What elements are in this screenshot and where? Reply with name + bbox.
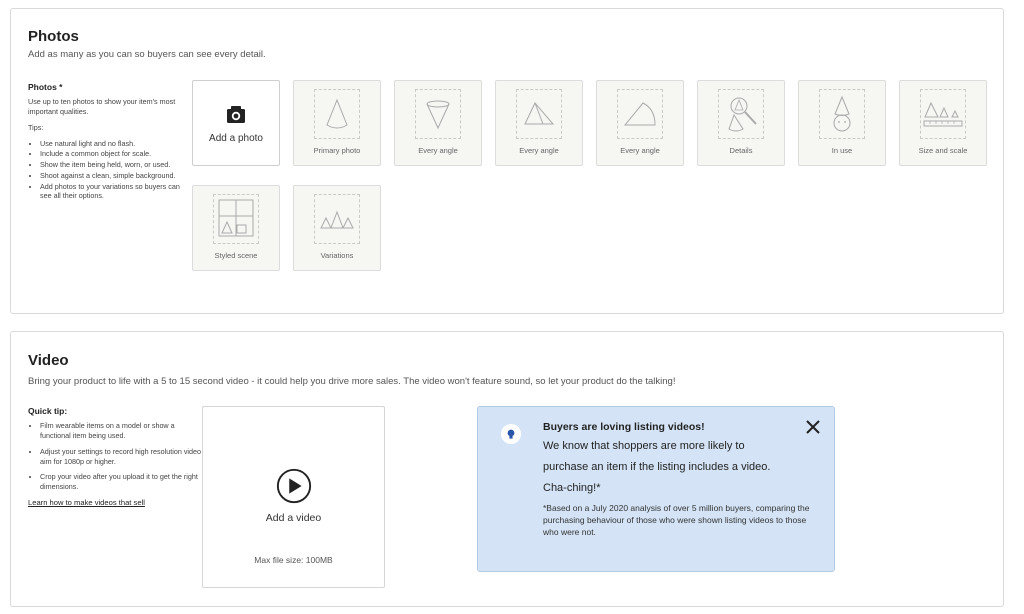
- photo-slot-angle-3[interactable]: Every angle: [596, 80, 684, 166]
- slot-label: Styled scene: [214, 251, 258, 260]
- slot-label: Every angle: [519, 146, 559, 155]
- window-scene-icon: [218, 199, 254, 237]
- tip-item: Adjust your settings to record high reso…: [40, 447, 206, 466]
- add-video-label: Add a video: [265, 512, 322, 524]
- slot-label: In use: [831, 146, 853, 155]
- info-title: Buyers are loving listing videos!: [543, 421, 705, 433]
- tip-item: Use natural light and no flash.: [40, 139, 186, 149]
- add-photo-button[interactable]: Add a photo: [192, 80, 280, 166]
- max-file-size: Max file size: 100MB: [254, 555, 333, 565]
- tip-item: Add photos to your variations so buyers …: [40, 182, 186, 201]
- slot-label: Variations: [320, 251, 354, 260]
- slot-label: Primary photo: [313, 146, 361, 155]
- person-with-hat-icon: [833, 95, 851, 132]
- info-body: We know that shoppers are more likely to…: [543, 440, 771, 494]
- ruler-icon: [923, 101, 963, 127]
- photos-description: Use up to ten photos to show your item's…: [28, 97, 176, 117]
- video-title: Video: [28, 352, 69, 369]
- add-photo-label: Add a photo: [209, 133, 263, 144]
- tips-list: Use natural light and no flash. Include …: [28, 139, 186, 201]
- tilted-cone-icon: [524, 102, 555, 125]
- inverted-cone-icon: [426, 100, 450, 130]
- video-section: Video Bring your product to life with a …: [10, 331, 1004, 607]
- video-tips-list: Film wearable items on a model or show a…: [28, 421, 206, 491]
- photo-slot-angle-1[interactable]: Every angle: [394, 80, 482, 166]
- photos-section: Photos Add as many as you can so buyers …: [10, 8, 1004, 314]
- video-guidance: Quick tip: Film wearable items on a mode…: [28, 406, 206, 508]
- cone-icon: [326, 98, 348, 129]
- photos-title: Photos: [28, 28, 79, 45]
- play-icon: [276, 468, 312, 504]
- photo-slot-variations[interactable]: Variations: [293, 185, 381, 271]
- side-cone-icon: [623, 102, 656, 126]
- tip-item: Shoot against a clean, simple background…: [40, 171, 186, 181]
- learn-videos-link[interactable]: Learn how to make videos that sell: [28, 498, 145, 507]
- lightbulb-icon: [501, 424, 521, 444]
- slot-label: Details: [729, 146, 753, 155]
- photo-slot-size-scale[interactable]: Size and scale: [899, 80, 987, 166]
- tip-item: Include a common object for scale.: [40, 149, 186, 159]
- photo-slot-details[interactable]: Details: [697, 80, 785, 166]
- tips-label: Tips:: [28, 122, 44, 132]
- tip-item: Film wearable items on a model or show a…: [40, 421, 206, 440]
- tip-item: Show the item being held, worn, or used.: [40, 160, 186, 170]
- close-icon[interactable]: [804, 418, 822, 436]
- slot-label: Size and scale: [918, 146, 968, 155]
- photo-slot-angle-2[interactable]: Every angle: [495, 80, 583, 166]
- photos-guidance: Photos * Use up to ten photos to show yo…: [28, 82, 186, 202]
- add-video-button[interactable]: Add a video Max file size: 100MB: [202, 406, 385, 588]
- tip-item: Crop your video after you upload it to g…: [40, 472, 206, 491]
- photo-slot-primary[interactable]: Primary photo: [293, 80, 381, 166]
- cones-variations-icon: [320, 210, 354, 229]
- photos-label: Photos *: [28, 82, 63, 92]
- info-footnote: *Based on a July 2020 analysis of over 5…: [543, 503, 810, 537]
- slot-label: Every angle: [418, 146, 458, 155]
- magnifier-icon: [728, 97, 757, 132]
- quick-tip-label: Quick tip:: [28, 406, 68, 416]
- photo-slot-styled-scene[interactable]: Styled scene: [192, 185, 280, 271]
- video-subtitle: Bring your product to life with a 5 to 1…: [28, 376, 676, 387]
- video-info-banner: Buyers are loving listing videos! We kno…: [477, 406, 835, 572]
- slot-label: Every angle: [620, 146, 660, 155]
- photos-subtitle: Add as many as you can so buyers can see…: [28, 49, 266, 60]
- photo-slot-in-use[interactable]: In use: [798, 80, 886, 166]
